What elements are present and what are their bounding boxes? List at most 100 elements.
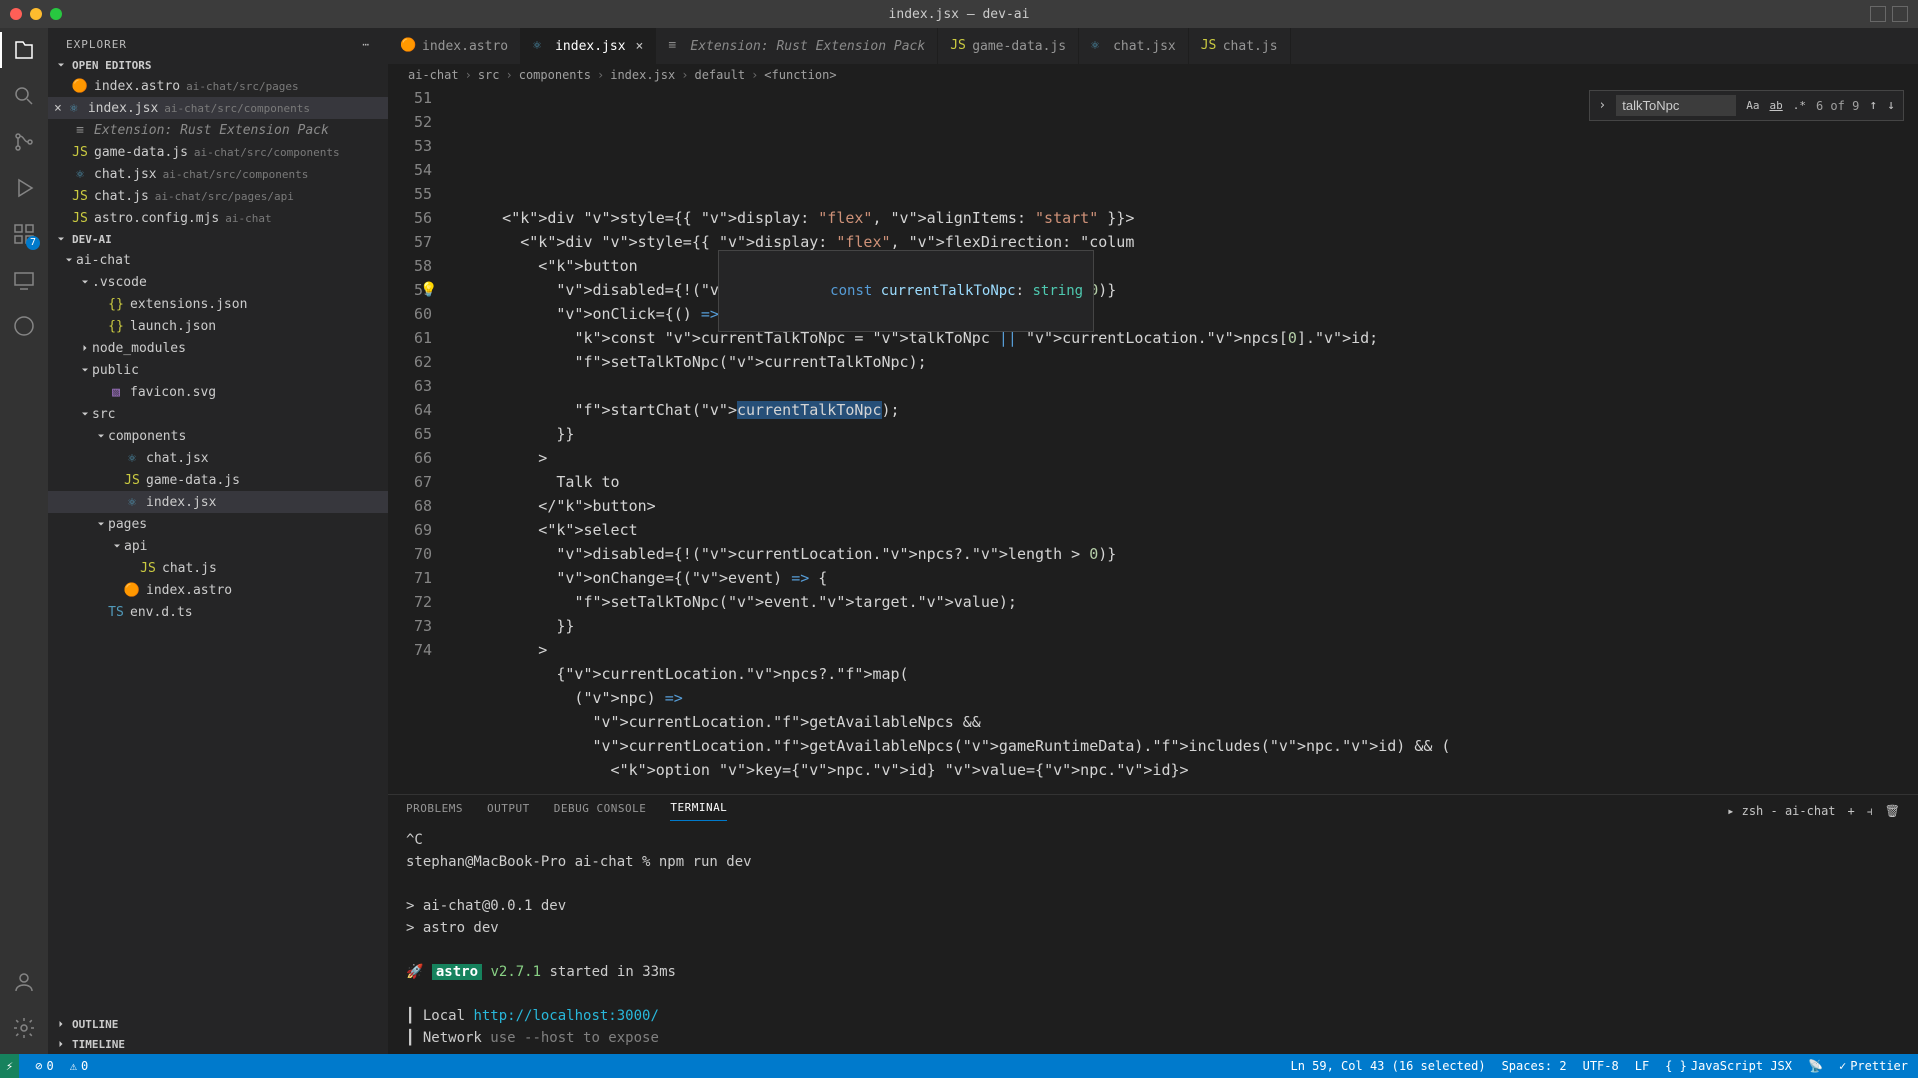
json-file-icon: {} [108, 318, 124, 334]
chevron-right-icon: › [465, 68, 472, 82]
chevron-right-icon: › [751, 68, 758, 82]
folder-item[interactable]: node_modules [48, 337, 388, 359]
find-prev-icon[interactable]: ↑ [1869, 98, 1877, 113]
terminal-picker[interactable]: ▸ zsh - ai-chat [1727, 804, 1835, 818]
kill-terminal-icon[interactable]: 🗑 [1885, 804, 1900, 818]
open-editor-item[interactable]: JSastro.config.mjsai-chat [48, 207, 388, 229]
close-tab-icon[interactable]: × [636, 39, 644, 54]
settings-gear-icon[interactable] [10, 1014, 38, 1042]
folder-item[interactable]: src [48, 403, 388, 425]
encoding[interactable]: UTF-8 [1583, 1059, 1619, 1073]
outline-header[interactable]: OUTLINE [48, 1014, 388, 1034]
editor-tab[interactable]: 🟠index.astro [388, 28, 521, 64]
find-next-icon[interactable]: ↓ [1887, 98, 1895, 113]
file-item[interactable]: JSchat.js [48, 557, 388, 579]
extensions-tab-icon[interactable]: 7 [10, 220, 38, 248]
editor-tab[interactable]: ≡Extension: Rust Extension Pack [656, 28, 938, 64]
indentation[interactable]: Spaces: 2 [1502, 1059, 1567, 1073]
language-mode[interactable]: { } JavaScript JSX [1665, 1059, 1792, 1073]
search-tab-icon[interactable] [10, 82, 38, 110]
file-item[interactable]: {}extensions.json [48, 293, 388, 315]
file-item[interactable]: {}launch.json [48, 315, 388, 337]
js-file-icon: JS [1201, 38, 1217, 54]
open-editor-item[interactable]: JSchat.jsai-chat/src/pages/api [48, 185, 388, 207]
split-terminal-icon[interactable]: ⫞ [1867, 804, 1873, 819]
match-word-icon[interactable]: ab [1769, 99, 1782, 112]
close-icon[interactable]: × [54, 101, 62, 116]
lightbulb-icon[interactable]: 💡 [420, 278, 437, 302]
breadcrumb-item[interactable]: ai-chat [408, 68, 459, 82]
explorer-tab-icon[interactable] [10, 36, 38, 64]
window-controls [10, 8, 62, 20]
chevron-right-icon: › [597, 68, 604, 82]
titlebar: index.jsx — dev-ai [0, 0, 1918, 28]
editor-tab[interactable]: JSgame-data.js [938, 28, 1079, 64]
breadcrumb-item[interactable]: <function> [764, 68, 836, 82]
match-case-icon[interactable]: Aa [1746, 99, 1759, 112]
chevron-right-icon [54, 1037, 68, 1051]
folder-item[interactable]: api [48, 535, 388, 557]
open-editor-item[interactable]: ⚛chat.jsxai-chat/src/components [48, 163, 388, 185]
file-item[interactable]: ⚛chat.jsx [48, 447, 388, 469]
debug-tab-icon[interactable] [10, 174, 38, 202]
minimize-window-icon[interactable] [30, 8, 42, 20]
new-terminal-icon[interactable]: + [1848, 804, 1855, 818]
folder-item[interactable]: public [48, 359, 388, 381]
regex-icon[interactable]: .* [1793, 99, 1806, 112]
maximize-window-icon[interactable] [50, 8, 62, 20]
open-editor-item[interactable]: ≡Extension: Rust Extension Pack [48, 119, 388, 141]
terminal-output[interactable]: ^Cstephan@MacBook-Pro ai-chat % npm run … [388, 821, 1918, 1054]
errors-indicator[interactable]: ⊘ 0 [35, 1059, 53, 1073]
breadcrumb-item[interactable]: src [478, 68, 500, 82]
close-window-icon[interactable] [10, 8, 22, 20]
remote-indicator[interactable]: ⚡ [0, 1054, 19, 1078]
file-item[interactable]: JSgame-data.js [48, 469, 388, 491]
project-header[interactable]: DEV-AI [48, 229, 388, 249]
code-editor[interactable]: 5152535455565758596061626364656667686970… [388, 86, 1918, 794]
open-editors-header[interactable]: OPEN EDITORS [48, 55, 388, 75]
layout-toggle-icon[interactable] [1892, 6, 1908, 22]
account-icon[interactable] [10, 968, 38, 996]
find-input[interactable] [1616, 95, 1736, 116]
breadcrumb-item[interactable]: components [519, 68, 591, 82]
file-item[interactable]: 🟠index.astro [48, 579, 388, 601]
ext-file-icon: ≡ [668, 38, 684, 54]
breadcrumb-item[interactable]: index.jsx [610, 68, 675, 82]
prettier-status[interactable]: ✓ Prettier [1839, 1059, 1908, 1073]
folder-item[interactable]: components [48, 425, 388, 447]
status-bar: ⚡ ⊘ 0 ⚠ 0 Ln 59, Col 43 (16 selected) Sp… [0, 1054, 1918, 1078]
open-editor-item[interactable]: 🟠index.astroai-chat/src/pages [48, 75, 388, 97]
folder-item[interactable]: ai-chat [48, 249, 388, 271]
file-item[interactable]: ▧favicon.svg [48, 381, 388, 403]
timeline-header[interactable]: TIMELINE [48, 1034, 388, 1054]
feedback-icon[interactable]: 📡 [1808, 1059, 1823, 1073]
open-editor-item[interactable]: JSgame-data.jsai-chat/src/components [48, 141, 388, 163]
debug-console-tab[interactable]: DEBUG CONSOLE [554, 802, 647, 821]
eol[interactable]: LF [1635, 1059, 1649, 1073]
remote-tab-icon[interactable] [10, 266, 38, 294]
breadcrumbs[interactable]: ai-chat›src›components›index.jsx›default… [388, 64, 1918, 86]
panel-toggle-icon[interactable] [1870, 6, 1886, 22]
editor-tab[interactable]: ⚛index.jsx× [521, 28, 656, 64]
bottom-panel: PROBLEMS OUTPUT DEBUG CONSOLE TERMINAL ▸… [388, 794, 1918, 1054]
file-item[interactable]: ⚛index.jsx [48, 491, 388, 513]
output-tab[interactable]: OUTPUT [487, 802, 530, 821]
edge-tab-icon[interactable] [10, 312, 38, 340]
cursor-position[interactable]: Ln 59, Col 43 (16 selected) [1290, 1059, 1485, 1073]
breadcrumb-item[interactable]: default [694, 68, 745, 82]
problems-tab[interactable]: PROBLEMS [406, 802, 463, 821]
json-file-icon: {} [108, 296, 124, 312]
file-item[interactable]: TSenv.d.ts [48, 601, 388, 623]
editor-tab[interactable]: ⚛chat.jsx [1079, 28, 1189, 64]
folder-item[interactable]: pages [48, 513, 388, 535]
hover-tooltip: const currentTalkToNpc: string [718, 250, 1094, 332]
open-editor-item[interactable]: × ⚛index.jsxai-chat/src/components [48, 97, 388, 119]
explorer-more-icon[interactable]: ⋯ [362, 38, 370, 51]
warnings-indicator[interactable]: ⚠ 0 [70, 1059, 88, 1073]
scm-tab-icon[interactable] [10, 128, 38, 156]
find-expand-icon[interactable]: › [1598, 98, 1606, 113]
folder-item[interactable]: .vscode [48, 271, 388, 293]
js-file-icon: JS [72, 144, 88, 160]
terminal-tab[interactable]: TERMINAL [670, 801, 727, 821]
editor-tab[interactable]: JSchat.js [1189, 28, 1291, 64]
